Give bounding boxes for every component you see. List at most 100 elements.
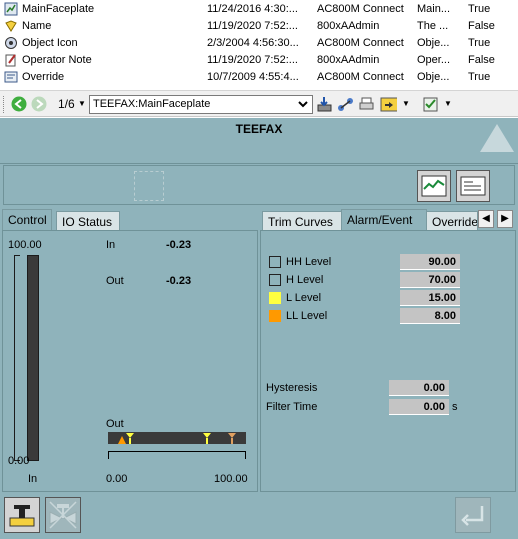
hh-level-row: HH Level 90.00 <box>269 254 460 270</box>
hh-level-enable-checkbox[interactable] <box>269 256 281 268</box>
out-bar-label: Out <box>106 418 124 430</box>
l-level-value[interactable]: 15.00 <box>400 290 460 306</box>
vertical-scale <box>14 255 20 461</box>
hscale-max-label: 100.00 <box>214 473 248 485</box>
list-item-user: AC800M Connect <box>317 71 404 83</box>
h-level-label: H Level <box>286 274 324 286</box>
ll-level-enable-checkbox[interactable] <box>269 310 281 322</box>
out-value: -0.23 <box>166 275 192 287</box>
list-item-flag: True <box>468 37 491 49</box>
return-button[interactable] <box>455 497 491 533</box>
tab-override[interactable]: Override <box>426 211 478 231</box>
list-item-date: 11/24/2016 4:30:... <box>207 3 298 15</box>
printer-icon[interactable] <box>358 96 375 113</box>
in-value: -0.23 <box>166 239 192 251</box>
list-item-flag: True <box>468 71 491 83</box>
out-horizontal-scale <box>108 451 246 459</box>
list-item[interactable]: Override 10/7/2009 4:55:4... AC800M Conn… <box>0 69 518 86</box>
toolbar-grip[interactable] <box>3 96 6 113</box>
name-icon <box>5 20 17 32</box>
override-icon <box>4 71 18 83</box>
bar-caption: In <box>28 473 38 485</box>
valve-button[interactable] <box>45 497 81 533</box>
hysteresis-label: Hysteresis <box>266 382 318 394</box>
list-item-date: 11/19/2020 7:52:... <box>207 20 298 32</box>
valve-icon <box>49 501 77 529</box>
list-item-name: Override <box>22 71 65 83</box>
out-bar-markers <box>118 433 236 444</box>
chevron-down-icon[interactable]: ▼ <box>78 99 86 108</box>
list-item-flag: False <box>468 54 495 66</box>
chevron-down-icon[interactable]: ▼ <box>402 99 410 108</box>
tab-io-status[interactable]: IO Status <box>56 211 120 231</box>
list-item-user: AC800M Connect <box>317 37 404 49</box>
faceplate-button-band <box>3 165 515 205</box>
ll-level-value[interactable]: 8.00 <box>400 308 460 324</box>
object-icon-icon <box>5 37 17 49</box>
list-item-date: 10/7/2009 4:55:4... <box>207 71 299 83</box>
document-icon <box>460 176 486 196</box>
list-item-name: Name <box>22 20 52 32</box>
checklist-icon[interactable] <box>422 96 439 113</box>
list-item-description: Obje... <box>417 37 450 49</box>
chevron-down-icon[interactable]: ▼ <box>444 99 452 108</box>
hh-level-value[interactable]: 90.00 <box>400 254 460 270</box>
control-panel: 100.00 0.00 In In -0.23 Out -0.23 Out 0.… <box>2 230 258 492</box>
faceplate-title: TEEFAX <box>235 122 283 136</box>
faceplate-header: TEEFAX <box>0 118 518 164</box>
list-item-flag: False <box>468 20 495 32</box>
alarm-triangle-icon[interactable] <box>480 124 514 152</box>
list-item-flag: True <box>468 3 491 15</box>
l-level-row: L Level 15.00 <box>269 290 460 306</box>
tab-trim-curves[interactable]: Trim Curves <box>262 211 342 231</box>
scale-min-label: 0.00 <box>8 455 30 467</box>
placeholder-slot <box>134 171 164 201</box>
document-button[interactable] <box>456 170 490 202</box>
list-item[interactable]: Name 11/19/2020 7:52:... 800xAAdmin The … <box>0 18 518 35</box>
filter-time-value[interactable]: 0.00 <box>389 399 449 415</box>
back-arrow-icon[interactable] <box>11 96 27 112</box>
download-icon[interactable] <box>316 96 333 113</box>
tab-scroll-right-button[interactable]: ▶ <box>497 210 513 228</box>
h-level-enable-checkbox[interactable] <box>269 274 281 286</box>
enter-return-icon <box>461 506 484 526</box>
list-item-name: Operator Note <box>22 54 92 66</box>
list-item-description: The ... <box>417 20 449 32</box>
trend-button[interactable] <box>417 170 451 202</box>
h-level-row: H Level 70.00 <box>269 272 460 288</box>
list-item-user: AC800M Connect <box>317 3 404 15</box>
filter-time-unit: s <box>452 401 458 413</box>
operate-button[interactable] <box>4 497 40 533</box>
network-icon[interactable] <box>337 96 354 113</box>
hysteresis-value[interactable]: 0.00 <box>389 380 449 396</box>
alarm-event-panel: HH Level 90.00 H Level 70.00 L Level 15.… <box>260 230 516 492</box>
fraction-button[interactable]: 1/6 <box>58 97 75 111</box>
h-level-value[interactable]: 70.00 <box>400 272 460 288</box>
list-item-name: Object Icon <box>22 37 78 49</box>
hscale-min-label: 0.00 <box>106 473 128 485</box>
faceplate: TEEFAX Control IO Status Trim Curves Ala… <box>0 118 518 539</box>
list-item[interactable]: MainFaceplate 11/24/2016 4:30:... AC800M… <box>0 1 518 18</box>
l-level-label: L Level <box>286 292 322 304</box>
list-item-name: MainFaceplate <box>22 3 95 15</box>
tab-scroll-left-button[interactable]: ◀ <box>478 210 494 228</box>
ll-level-row: LL Level 8.00 <box>269 308 460 324</box>
tab-control[interactable]: Control <box>2 209 52 231</box>
forward-arrow-icon[interactable] <box>31 96 47 112</box>
aspect-list: MainFaceplate 11/24/2016 4:30:... AC800M… <box>0 0 518 88</box>
path-combobox[interactable]: TEEFAX:MainFaceplate <box>89 95 313 114</box>
trend-icon <box>421 175 447 197</box>
tab-alarm-event[interactable]: Alarm/Event <box>341 209 427 231</box>
list-item[interactable]: Object Icon 2/3/2004 4:56:30... AC800M C… <box>0 35 518 52</box>
scale-max-label: 100.00 <box>8 239 42 251</box>
list-item[interactable]: Operator Note 11/19/2020 7:52:... 800xAA… <box>0 52 518 69</box>
note-icon <box>5 54 16 67</box>
in-label: In <box>106 239 116 251</box>
toolbar: 1/6 ▼ TEEFAX:MainFaceplate ▼ ▼ <box>0 90 518 117</box>
out-horizontal-bar <box>108 432 246 444</box>
hh-level-label: HH Level <box>286 256 332 268</box>
window-menu-icon[interactable] <box>380 96 397 113</box>
chevron-down-icon[interactable] <box>296 98 310 111</box>
list-item-user: 800xAAdmin <box>317 20 380 32</box>
l-level-enable-checkbox[interactable] <box>269 292 281 304</box>
